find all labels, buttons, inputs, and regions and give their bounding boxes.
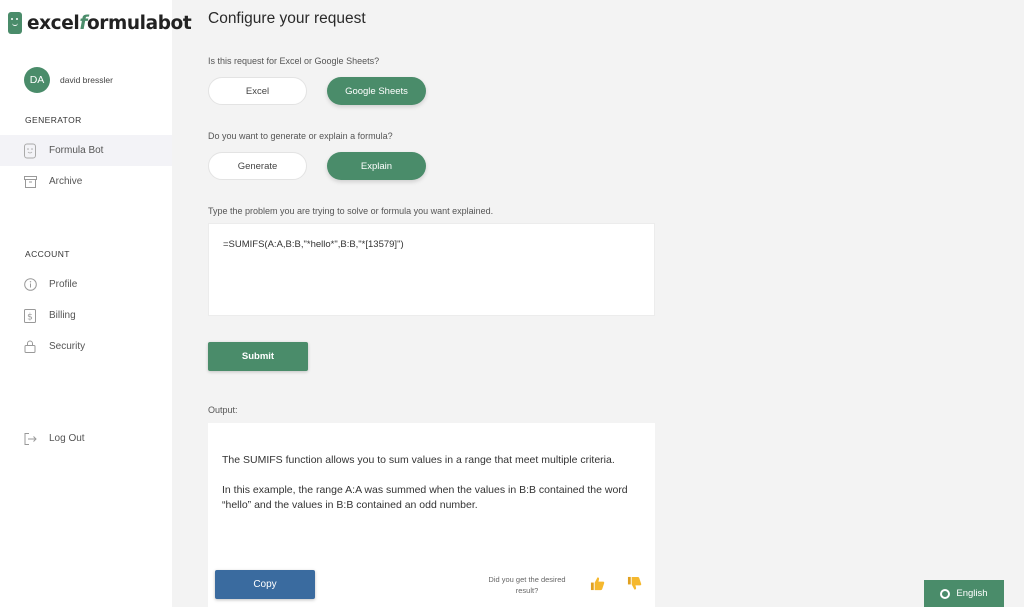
- thumbs-down-icon[interactable]: [626, 575, 642, 591]
- logo[interactable]: excelformulabot: [8, 12, 192, 34]
- main-content: Configure your request Is this request f…: [172, 0, 1024, 607]
- logout-button[interactable]: Log Out: [0, 423, 172, 454]
- account-section-title: ACCOUNT: [25, 249, 70, 259]
- logout-label: Log Out: [49, 433, 85, 444]
- sidebar-item-formula-bot[interactable]: Formula Bot: [0, 135, 172, 166]
- dollar-icon: $: [23, 308, 37, 323]
- platform-question: Is this request for Excel or Google Shee…: [208, 56, 380, 66]
- avatar: DA: [24, 67, 50, 93]
- option-generate[interactable]: Generate: [208, 152, 307, 180]
- logo-text: excelformulabot: [27, 12, 192, 34]
- sidebar-item-profile[interactable]: Profile: [0, 269, 172, 300]
- sidebar-item-label: Security: [49, 341, 86, 352]
- sidebar-item-archive[interactable]: Archive: [0, 166, 172, 197]
- input-label: Type the problem you are trying to solve…: [208, 206, 494, 216]
- sidebar-item-label: Archive: [49, 176, 83, 187]
- sidebar-item-billing[interactable]: $ Billing: [0, 300, 172, 331]
- archive-icon: [23, 175, 37, 189]
- username: david bressler: [60, 75, 113, 85]
- option-google-sheets[interactable]: Google Sheets: [327, 77, 426, 105]
- info-icon: [23, 278, 37, 292]
- output-paragraph: In this example, the range A:A was summe…: [222, 484, 628, 511]
- mode-question: Do you want to generate or explain a for…: [208, 131, 393, 141]
- svg-text:$: $: [27, 312, 33, 322]
- generator-section-title: GENERATOR: [25, 115, 82, 125]
- option-excel[interactable]: Excel: [208, 77, 307, 105]
- robot-icon: [23, 143, 37, 158]
- sidebar-item-label: Billing: [49, 310, 76, 321]
- output-label: Output:: [208, 405, 238, 415]
- formula-input[interactable]: =SUMIFS(A:A,B:B,"*hello*",B:B,"*[13579]"…: [208, 223, 655, 316]
- lock-icon: [23, 340, 37, 354]
- thumbs-up-icon[interactable]: [589, 575, 605, 591]
- option-explain[interactable]: Explain: [327, 152, 426, 180]
- language-icon: [940, 588, 951, 599]
- user-info: DA david bressler: [24, 67, 113, 93]
- logo-icon: [8, 12, 22, 34]
- language-button[interactable]: English: [924, 580, 1004, 607]
- page-title: Configure your request: [208, 10, 366, 27]
- sidebar: excelformulabot DA david bressler GENERA…: [0, 0, 192, 607]
- sidebar-item-label: Profile: [49, 279, 78, 290]
- logout-icon: [23, 432, 37, 446]
- feedback-question: Did you get the desired result?: [488, 575, 566, 595]
- sidebar-item-security[interactable]: Security: [0, 331, 172, 362]
- language-label: English: [956, 588, 988, 599]
- output-paragraph: The SUMIFS function allows you to sum va…: [222, 454, 615, 466]
- copy-button[interactable]: Copy: [215, 570, 315, 599]
- submit-button[interactable]: Submit: [208, 342, 308, 371]
- sidebar-item-label: Formula Bot: [49, 145, 104, 156]
